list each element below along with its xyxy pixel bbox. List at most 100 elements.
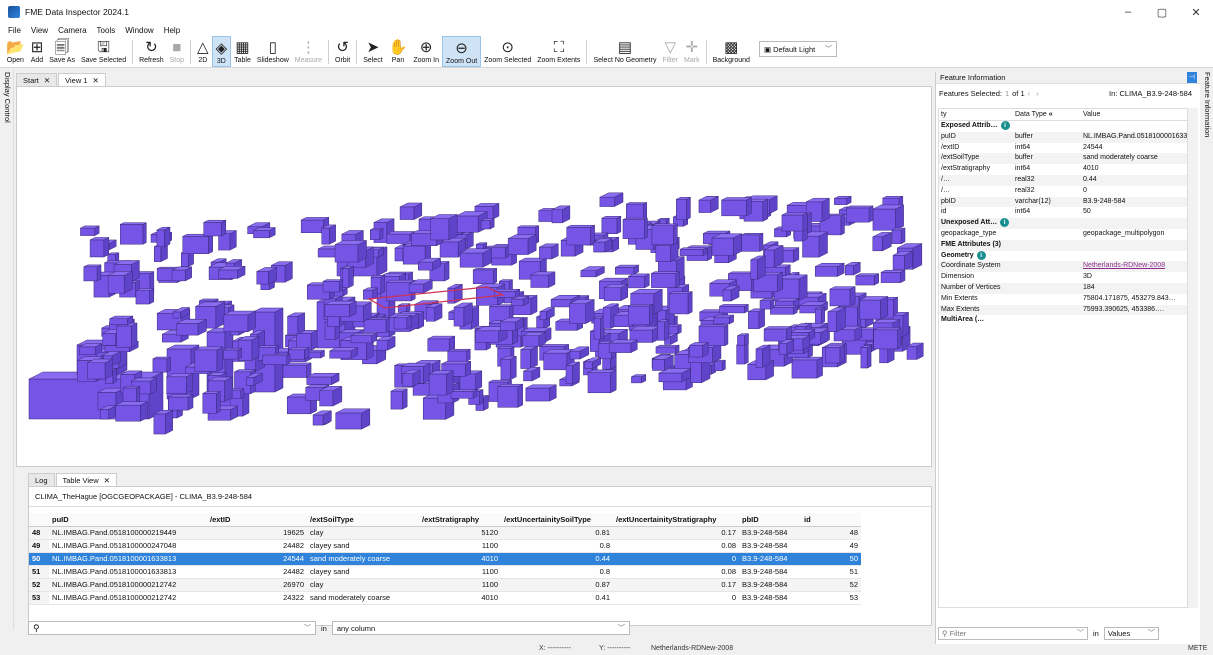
building[interactable]: [763, 245, 784, 268]
orbit-button[interactable]: ↺ Orbit: [332, 36, 353, 67]
table-cell[interactable]: 0: [613, 591, 739, 605]
building[interactable]: [376, 336, 396, 351]
building[interactable]: [668, 291, 693, 315]
building[interactable]: [306, 372, 340, 385]
table-cell[interactable]: clay: [307, 578, 419, 592]
zoom-extents-button[interactable]: ⛶ Zoom Extents: [534, 36, 583, 67]
table-cell[interactable]: sand moderately coarse: [307, 552, 419, 566]
minimize-button[interactable]: –: [1111, 6, 1145, 19]
building[interactable]: [363, 287, 378, 300]
building[interactable]: [370, 227, 384, 241]
attribute-section[interactable]: Geometry i: [939, 250, 1187, 262]
building[interactable]: [282, 362, 312, 378]
building[interactable]: [335, 408, 371, 430]
table-cell[interactable]: NL.IMBAG.Pand.0518100000247048: [49, 539, 207, 553]
3d-button[interactable]: ◈ 3D: [211, 36, 232, 67]
building[interactable]: [759, 298, 775, 310]
attribute-row[interactable]: /… real32 0: [939, 186, 1187, 197]
building[interactable]: [593, 238, 613, 253]
building[interactable]: [829, 286, 856, 307]
table-cell[interactable]: 0.8: [501, 565, 613, 579]
building[interactable]: [459, 248, 492, 268]
attribute-section[interactable]: MultiArea (…: [939, 315, 1187, 326]
tab-log[interactable]: Log: [28, 473, 55, 486]
building[interactable]: [202, 391, 221, 414]
table-cell[interactable]: 0.44: [501, 552, 613, 566]
row-number-header[interactable]: [29, 513, 49, 527]
column-header[interactable]: id: [801, 513, 861, 527]
row-number[interactable]: 50: [29, 552, 49, 566]
table-row[interactable]: 52 NL.IMBAG.Pand.0518100000212742 26970 cla…: [29, 578, 861, 592]
column-header[interactable]: /extID: [207, 513, 307, 527]
attribute-section[interactable]: Exposed Attrib… i: [939, 121, 1187, 132]
building[interactable]: [844, 261, 861, 276]
table-cell[interactable]: 0.8: [501, 539, 613, 553]
building[interactable]: [763, 326, 792, 342]
table-cell[interactable]: 0.17: [613, 578, 739, 592]
building[interactable]: [288, 347, 310, 360]
row-number[interactable]: 49: [29, 539, 49, 553]
table-cell[interactable]: 19625: [207, 526, 307, 540]
table-cell[interactable]: NL.IMBAG.Pand.0518100001633813: [49, 552, 207, 566]
table-cell[interactable]: B3.9-248-584: [739, 552, 801, 566]
3d-viewport[interactable]: [16, 86, 932, 467]
building[interactable]: [116, 322, 138, 348]
attribute-row[interactable]: /… real32 0.44: [939, 174, 1187, 186]
building[interactable]: [500, 355, 517, 381]
building[interactable]: [402, 369, 421, 387]
menu-file[interactable]: File: [8, 26, 21, 35]
building[interactable]: [223, 310, 256, 333]
table-cell[interactable]: 0.87: [501, 578, 613, 592]
table-cell[interactable]: B3.9-248-584: [739, 526, 801, 540]
building[interactable]: [523, 366, 541, 382]
zoom-selected-button[interactable]: ⊙ Zoom Selected: [481, 36, 534, 67]
table-row[interactable]: 53 NL.IMBAG.Pand.0518100000212742 24322 san…: [29, 591, 861, 605]
building[interactable]: [218, 265, 246, 279]
building[interactable]: [584, 357, 602, 369]
building[interactable]: [520, 345, 538, 369]
table-cell[interactable]: 24544: [207, 552, 307, 566]
building[interactable]: [736, 342, 749, 365]
building[interactable]: [539, 307, 555, 321]
building[interactable]: [689, 342, 709, 358]
building[interactable]: [631, 374, 647, 384]
maximize-button[interactable]: ▢: [1145, 6, 1179, 19]
building[interactable]: [399, 202, 423, 220]
building[interactable]: [891, 227, 906, 245]
table-row[interactable]: 49 NL.IMBAG.Pand.0518100000247048 24482 cla…: [29, 539, 861, 553]
coordinate-system-link[interactable]: Netherlands-RDNew-2008: [1083, 261, 1187, 272]
table-cell[interactable]: NL.IMBAG.Pand.0518100001633813: [49, 565, 207, 579]
table-cell[interactable]: clay: [307, 526, 419, 540]
building[interactable]: [493, 288, 520, 298]
table-cell[interactable]: 53: [801, 591, 861, 605]
feature-info-scrollbar[interactable]: [1188, 108, 1198, 608]
building[interactable]: [622, 217, 648, 240]
pan-button[interactable]: ✋ Pan: [386, 36, 411, 67]
building[interactable]: [350, 332, 378, 344]
building[interactable]: [87, 358, 113, 380]
table-cell[interactable]: 0.81: [501, 526, 613, 540]
building[interactable]: [657, 319, 670, 341]
building[interactable]: [447, 348, 471, 362]
table-cell[interactable]: 1100: [419, 578, 501, 592]
building[interactable]: [713, 314, 734, 325]
table-cell[interactable]: 24482: [207, 539, 307, 553]
table-cell[interactable]: 50: [801, 552, 861, 566]
chevron-down-icon[interactable]: ﹀: [1077, 628, 1084, 638]
building[interactable]: [880, 269, 906, 284]
save-selected-button[interactable]: 🖫 Save Selected: [78, 36, 129, 67]
building[interactable]: [719, 304, 749, 314]
building[interactable]: [511, 295, 529, 307]
refresh-button[interactable]: ↻ Refresh: [136, 36, 167, 67]
table-cell[interactable]: B3.9-248-584: [739, 565, 801, 579]
attribute-row[interactable]: id int64 50: [939, 207, 1187, 218]
table-cell[interactable]: clayey sand: [307, 565, 419, 579]
building[interactable]: [525, 384, 557, 402]
table-cell[interactable]: B3.9-248-584: [739, 591, 801, 605]
building[interactable]: [859, 296, 889, 320]
table-cell[interactable]: 48: [801, 526, 861, 540]
building[interactable]: [778, 339, 794, 355]
table-cell[interactable]: 24322: [207, 591, 307, 605]
building[interactable]: [892, 250, 913, 271]
building[interactable]: [855, 273, 879, 286]
